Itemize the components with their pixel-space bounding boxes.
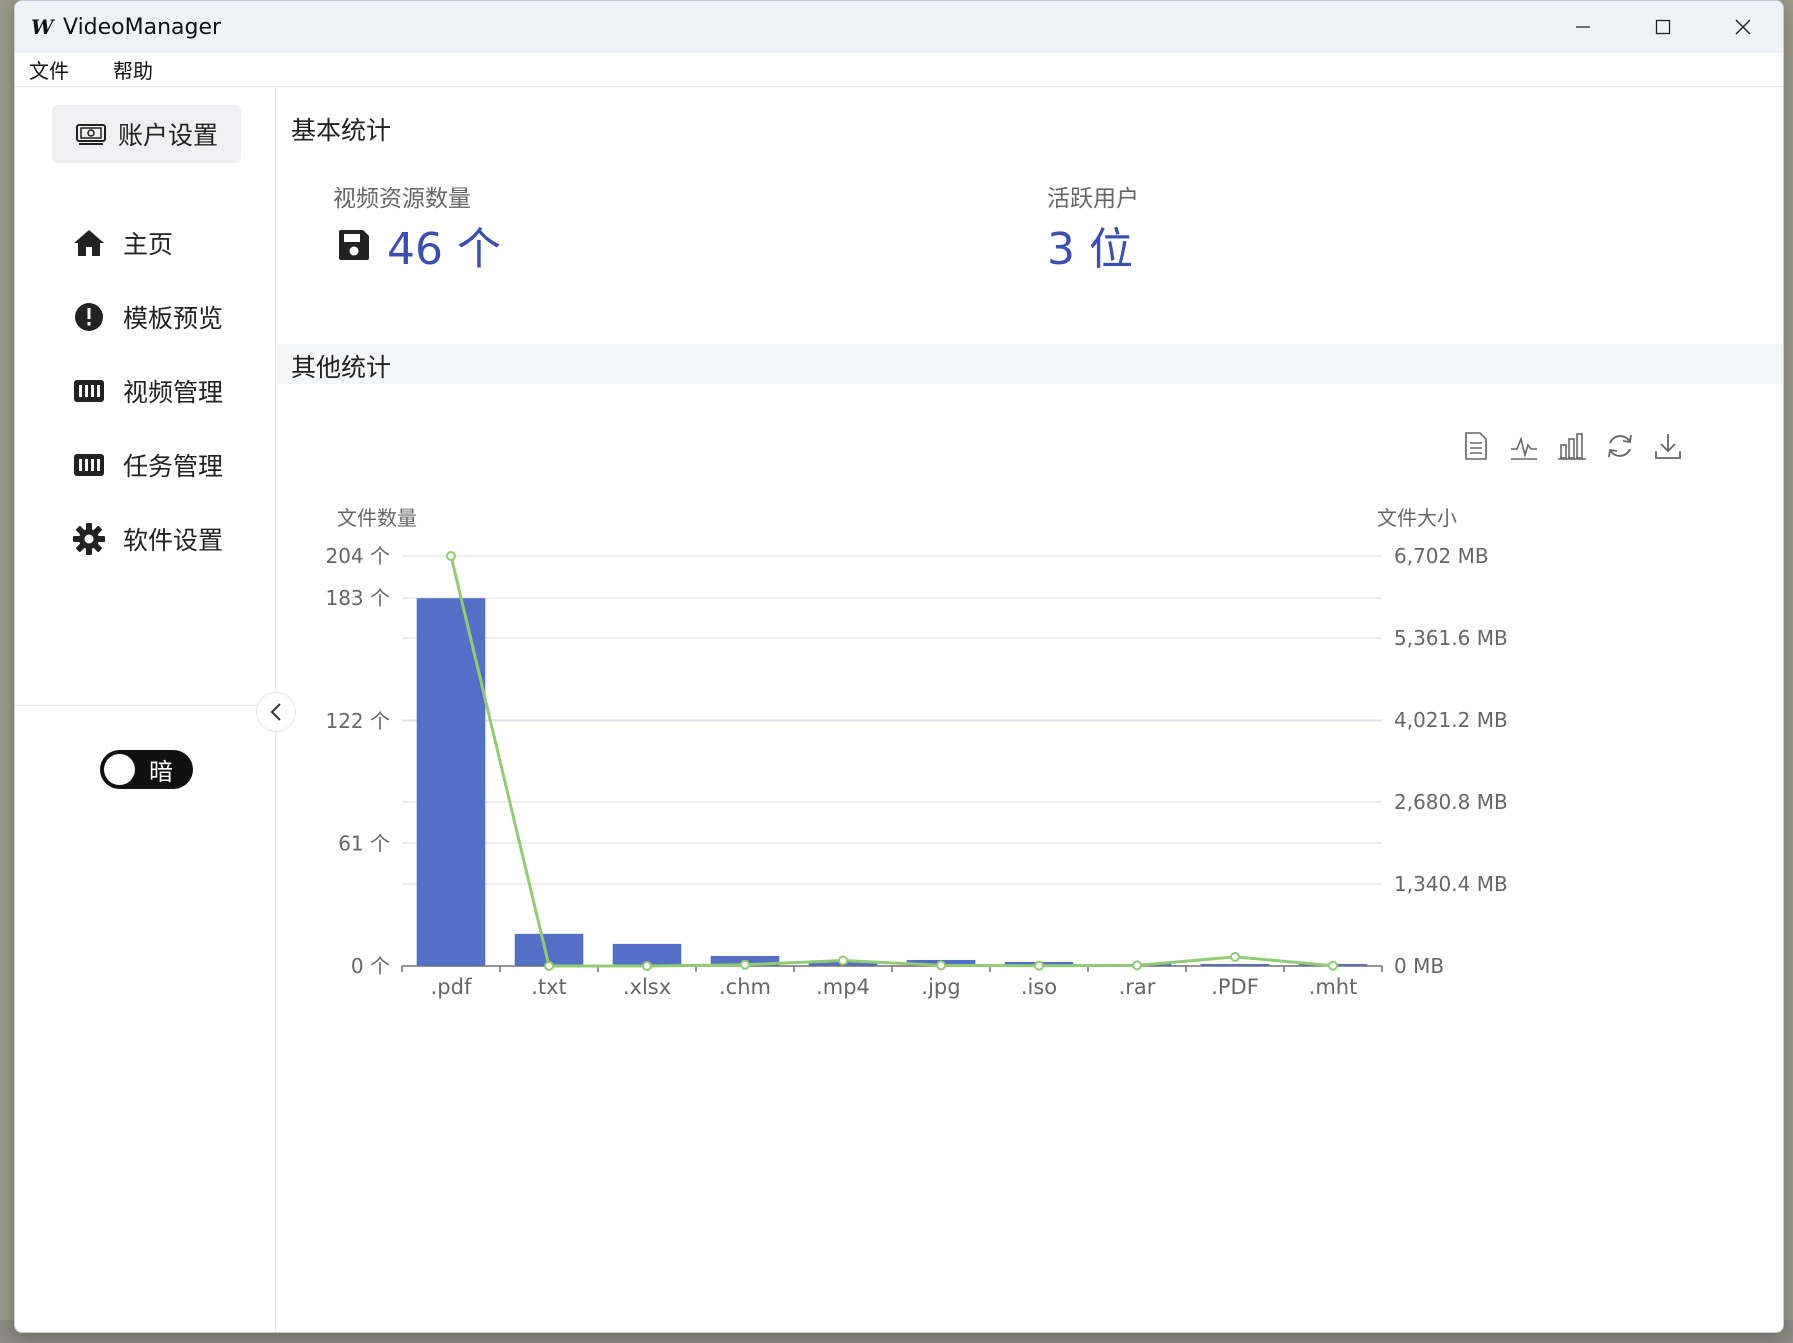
- y-right-tick-label: 2,680.8 MB: [1394, 790, 1508, 814]
- menu-help[interactable]: 帮助: [101, 55, 165, 84]
- active-users-value: 3 位: [1047, 213, 1133, 277]
- maximize-icon: [1655, 19, 1671, 35]
- theme-toggle[interactable]: 暗: [100, 750, 193, 789]
- line-point: [936, 960, 946, 971]
- video-count-label: 视频资源数量: [333, 186, 471, 212]
- money-icon: [76, 122, 106, 146]
- x-tick-label: .txt: [531, 975, 567, 999]
- x-tick-label: .pdf: [431, 975, 472, 999]
- minimize-button[interactable]: [1543, 1, 1623, 53]
- line-point: [544, 961, 554, 971]
- save-icon: [337, 228, 371, 262]
- menu-bar: 文件 帮助: [15, 53, 1783, 87]
- x-tick-label: .mp4: [816, 975, 870, 999]
- line-point: [1230, 951, 1240, 962]
- line-point: [1328, 960, 1338, 971]
- y-left-tick-label: 183 个: [325, 586, 390, 610]
- maximize-button[interactable]: [1623, 1, 1703, 53]
- window-title: VideoManager: [63, 14, 222, 40]
- video-count-value: 46 个: [337, 213, 501, 277]
- file-stats-chart: 文件数量 文件大小 0 个 61 个 122 个 183 个 204 个 0 MB 1,340.…: [277, 417, 1783, 1137]
- x-tick-label: .rar: [1119, 975, 1156, 999]
- video-count-text: 46 个: [387, 224, 501, 275]
- line-point: [740, 959, 750, 970]
- active-users-text: 3 位: [1047, 224, 1133, 275]
- y-left-tick-label: 122 个: [325, 709, 390, 733]
- series-line: [449, 555, 1334, 968]
- sidebar-item-task-management[interactable]: 任务管理: [45, 435, 245, 495]
- film-icon: [71, 373, 107, 409]
- y-right-axis-label: 文件大小: [1377, 506, 1457, 530]
- line-point: [446, 551, 456, 561]
- sidebar: 账户设置 主页 模板预览 视频管理 任务管理 软件设置 暗: [15, 87, 276, 1332]
- menu-file[interactable]: 文件: [17, 55, 81, 84]
- other-stats-header: [277, 344, 1783, 384]
- title-bar: W VideoManager: [15, 1, 1783, 53]
- line-point: [1034, 960, 1044, 971]
- line-point: [838, 955, 848, 966]
- x-tick-label: .xlsx: [623, 975, 671, 999]
- toggle-knob: [104, 754, 135, 785]
- sidebar-item-label: 任务管理: [123, 452, 224, 481]
- main-content: 基本统计 视频资源数量 46 个 活跃用户 3 位 其他统计 文件数量 文件大小…: [277, 87, 1783, 1332]
- alert-circle-icon: [71, 299, 107, 335]
- sidebar-item-label: 视频管理: [123, 378, 224, 407]
- y-left-axis-label: 文件数量: [337, 506, 417, 530]
- basic-stats-title: 基本统计: [291, 116, 392, 145]
- sidebar-item-software-settings[interactable]: 软件设置: [45, 509, 245, 569]
- x-tick-label: .iso: [1021, 975, 1057, 999]
- active-users-label: 活跃用户: [1047, 186, 1139, 212]
- x-tick-label: .mht: [1309, 975, 1358, 999]
- y-right-tick-label: 0 MB: [1394, 954, 1444, 978]
- y-left-tick-label: 61 个: [338, 831, 390, 855]
- x-tick-label: .PDF: [1211, 975, 1259, 999]
- window-controls: [1543, 1, 1783, 53]
- y-left-tick-label: 204 个: [325, 544, 390, 568]
- y-left-tick-label: 0 个: [351, 954, 390, 978]
- y-right-tick-label: 5,361.6 MB: [1394, 626, 1508, 650]
- line-point: [642, 961, 652, 971]
- sidebar-item-home[interactable]: 主页: [45, 213, 245, 273]
- sidebar-item-label: 软件设置: [123, 526, 224, 555]
- y-right-tick-label: 1,340.4 MB: [1394, 872, 1508, 896]
- theme-toggle-label: 暗: [149, 758, 173, 786]
- gear-icon: [71, 521, 107, 557]
- y-right-tick-label: 6,702 MB: [1394, 544, 1489, 568]
- sidebar-item-video-management[interactable]: 视频管理: [45, 361, 245, 421]
- app-window: W VideoManager 文件 帮助 账户设置 主页 模板预览 视频管理 任…: [14, 0, 1784, 1333]
- sidebar-collapse-button[interactable]: [256, 692, 296, 732]
- x-tick-label: .jpg: [921, 975, 960, 999]
- sidebar-divider: [15, 705, 276, 706]
- close-button[interactable]: [1703, 1, 1783, 53]
- line-point: [1132, 960, 1142, 971]
- app-logo: W: [31, 15, 54, 39]
- other-stats-title: 其他统计: [291, 353, 392, 382]
- home-icon: [71, 225, 107, 261]
- close-icon: [1735, 19, 1751, 35]
- sidebar-item-template-preview[interactable]: 模板预览: [45, 287, 245, 347]
- y-right-tick-label: 4,021.2 MB: [1394, 708, 1508, 732]
- sidebar-item-label: 主页: [123, 230, 174, 259]
- account-settings-button[interactable]: 账户设置: [52, 105, 241, 163]
- minimize-icon: [1576, 26, 1590, 28]
- chart-canvas: 文件数量 文件大小 0 个 61 个 122 个 183 个 204 个 0 MB 1,340.…: [325, 506, 1508, 999]
- x-tick-label: .chm: [719, 975, 771, 999]
- film-icon: [71, 447, 107, 483]
- sidebar-item-label: 模板预览: [123, 304, 224, 333]
- chevron-left-icon: [270, 703, 281, 721]
- account-settings-label: 账户设置: [118, 121, 219, 150]
